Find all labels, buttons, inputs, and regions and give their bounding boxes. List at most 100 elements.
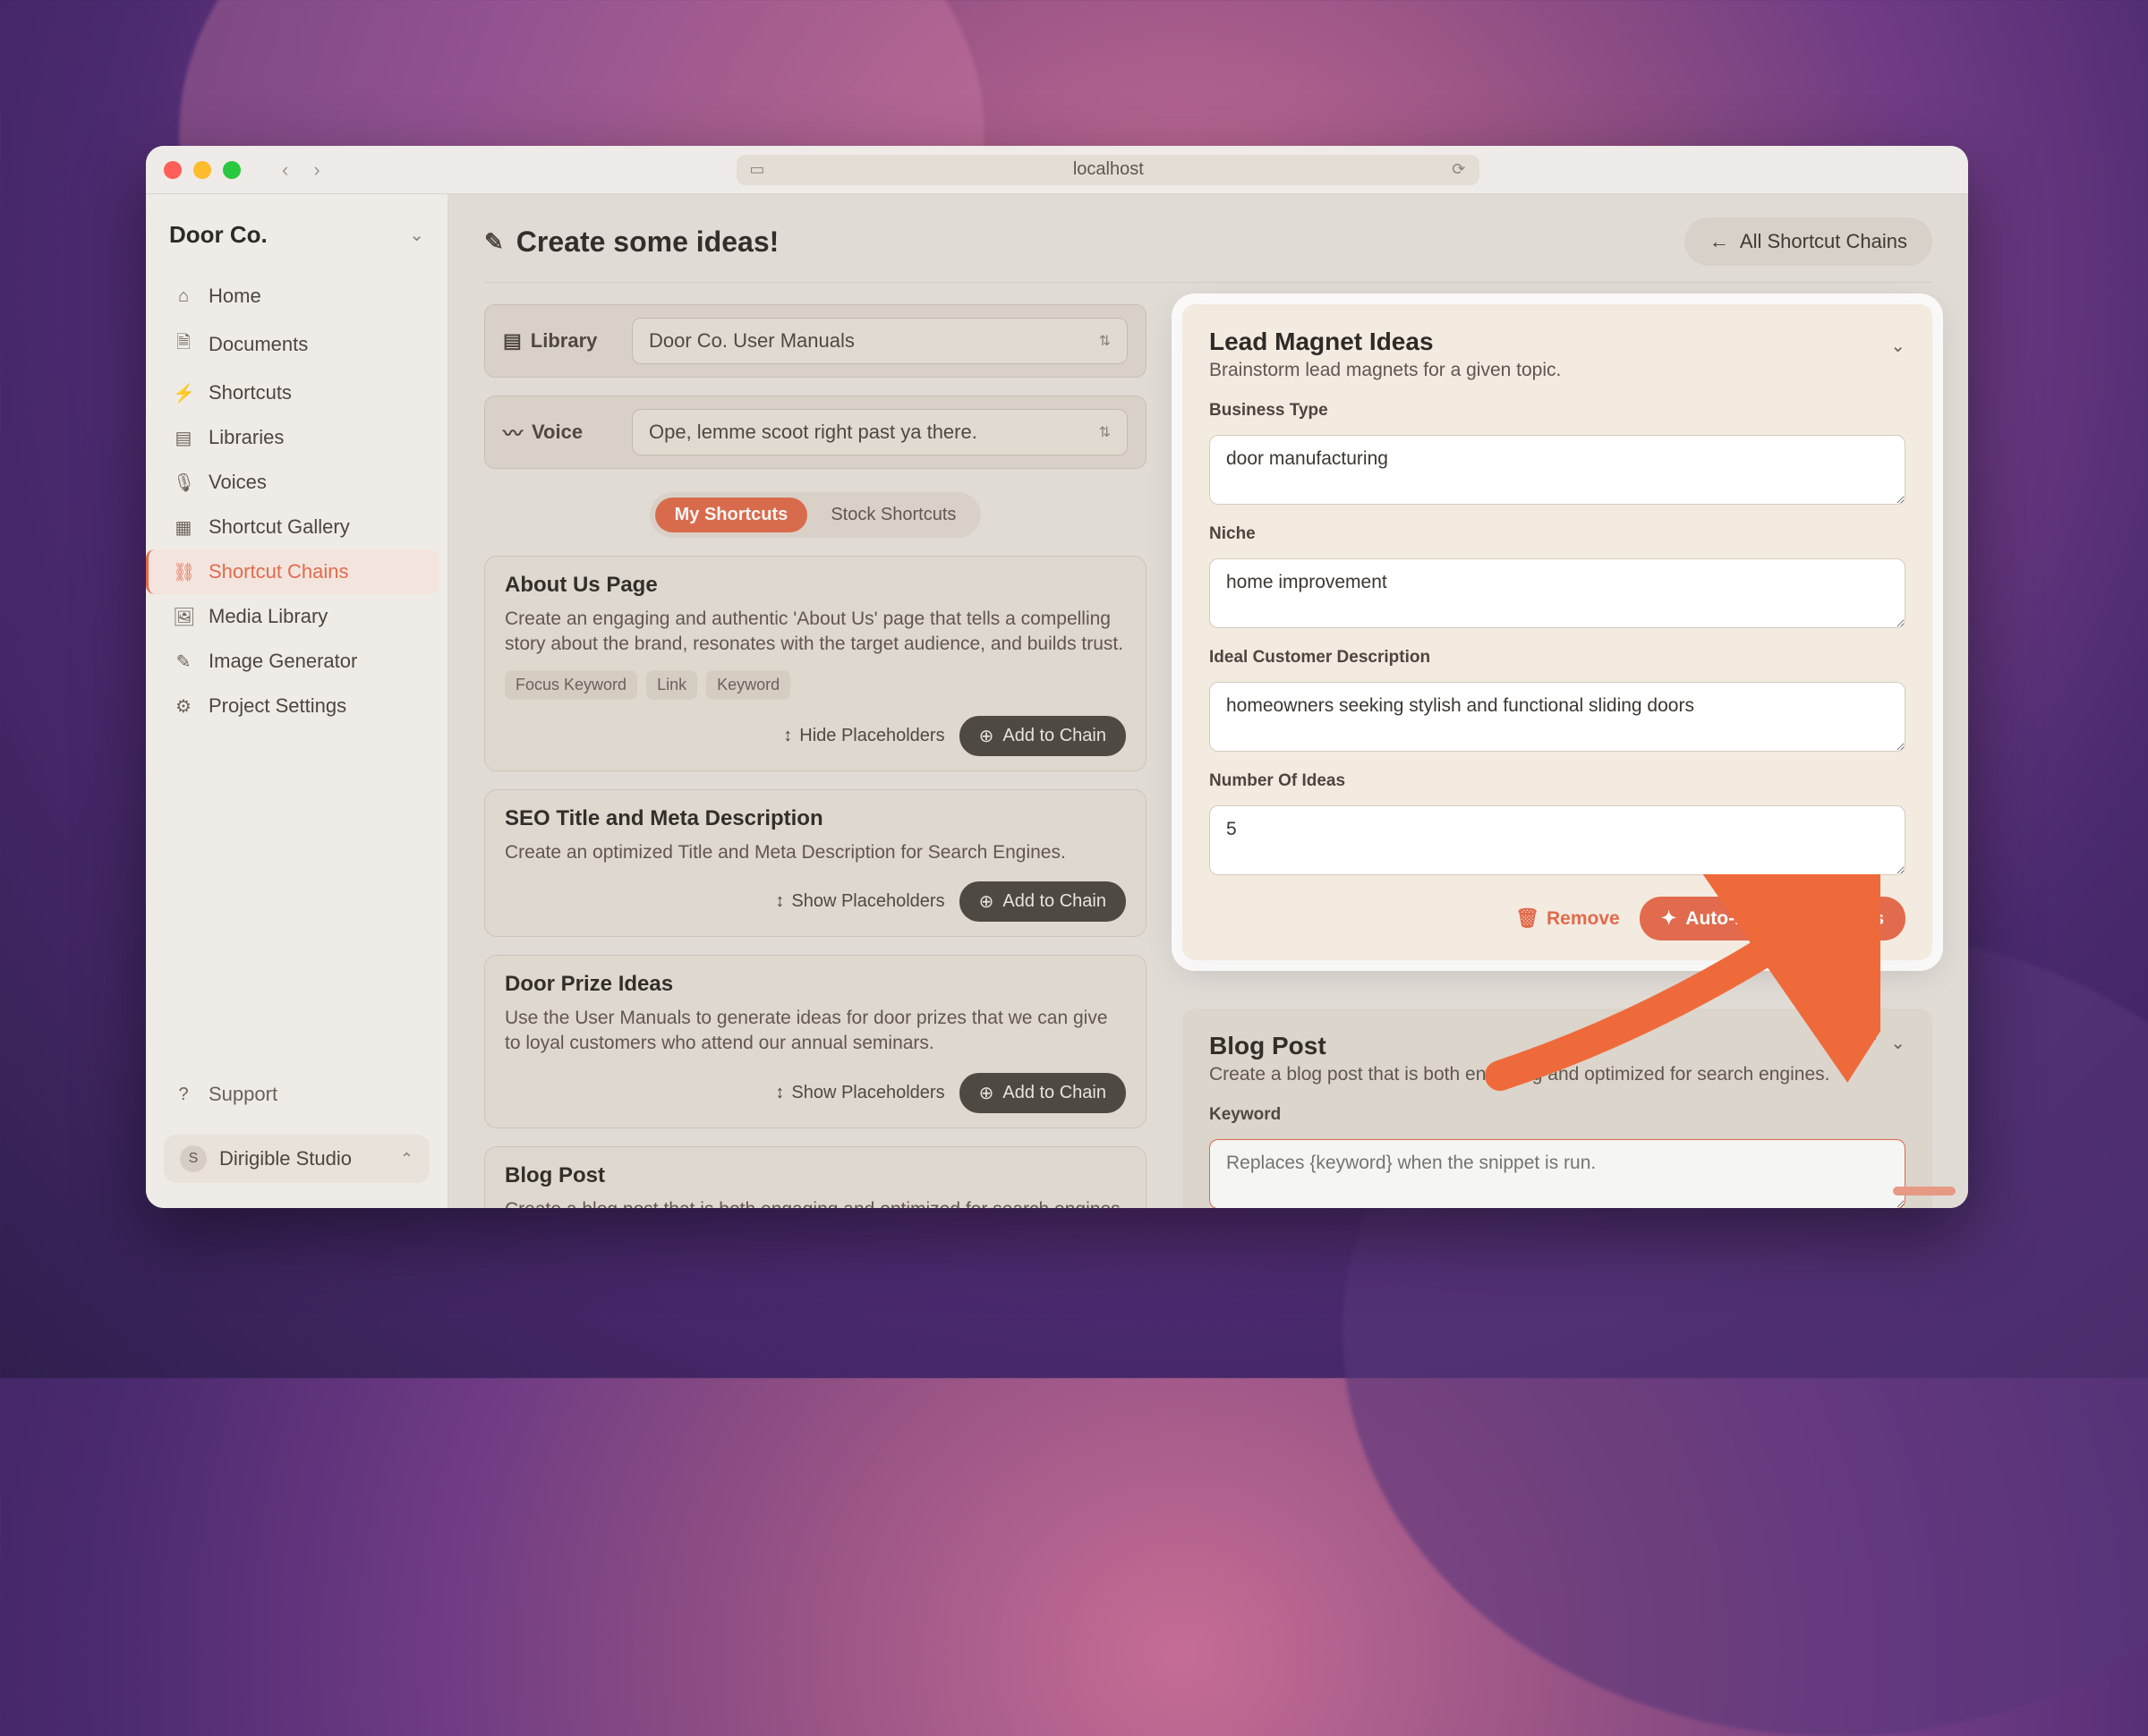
window-controls (164, 161, 241, 179)
link-icon: ⊕ (979, 890, 994, 913)
trash-icon: 🗑 (1515, 908, 1539, 930)
panel-title: Lead Magnet Ideas (1209, 328, 1561, 356)
sidebar-item-label: Shortcut Chains (209, 560, 349, 583)
home-icon: ⌂ (173, 286, 194, 307)
field-label: Business Type (1209, 401, 1905, 421)
toggle-placeholders-button[interactable]: ↕ Show Placeholders (775, 1083, 944, 1103)
shortcut-card-door-prize: Door Prize Ideas Use the User Manuals to… (484, 955, 1146, 1128)
sidebar-item-home[interactable]: ⌂ Home (155, 274, 439, 319)
library-select[interactable]: Door Co. User Manuals ⇅ (632, 318, 1128, 364)
site-info-icon[interactable]: ▭ (749, 160, 764, 179)
shortcut-source-tabs: My Shortcuts Stock Shortcuts (650, 492, 982, 538)
move-up-button[interactable]: ⌃ (1864, 1032, 1880, 1054)
library-selector-row: ▤ Library Door Co. User Manuals ⇅ (484, 304, 1146, 378)
tab-stock-shortcuts[interactable]: Stock Shortcuts (811, 498, 976, 532)
chain-step-blog-post: Blog Post Create a blog post that is bot… (1182, 1008, 1932, 1208)
updown-icon: ⇅ (1099, 332, 1111, 350)
panel-title: Blog Post (1209, 1032, 1829, 1060)
help-icon: ? (173, 1085, 194, 1105)
sidebar-item-media-library[interactable]: 🖼 Media Library (155, 594, 439, 639)
sidebar-item-label: Libraries (209, 426, 284, 449)
sidebar-item-label: Voices (209, 471, 267, 494)
expand-icon: ↕ (775, 891, 784, 912)
tags-row: Focus Keyword Link Keyword (505, 670, 1126, 700)
niche-field[interactable] (1209, 558, 1905, 628)
sidebar-item-documents[interactable]: 🗎 Documents (155, 319, 439, 370)
tag: Keyword (706, 670, 790, 700)
updown-icon: ⇅ (1099, 423, 1111, 441)
sidebar-item-image-generator[interactable]: ✎ Image Generator (155, 639, 439, 684)
toggle-placeholders-button[interactable]: ↕ Show Placeholders (775, 891, 944, 912)
ideal-customer-field[interactable] (1209, 682, 1905, 752)
shortcut-desc: Create a blog post that is both engaging… (505, 1197, 1126, 1208)
reload-icon[interactable]: ⟳ (1452, 160, 1465, 179)
all-chains-button[interactable]: ← All Shortcut Chains (1684, 217, 1932, 266)
business-type-field[interactable] (1209, 435, 1905, 505)
voice-label: 〰 Voice (503, 418, 610, 447)
tab-my-shortcuts[interactable]: My Shortcuts (655, 498, 808, 532)
collapse-panel-button[interactable]: ⌄ (1890, 1032, 1905, 1054)
voice-select[interactable]: Ope, lemme scoot right past ya there. ⇅ (632, 409, 1128, 455)
sidebar-item-voices[interactable]: 🎙 Voices (155, 460, 439, 505)
collapse-panel-button[interactable]: ⌄ (1890, 335, 1905, 357)
support-link[interactable]: ? Support (155, 1070, 439, 1119)
studio-switcher[interactable]: S Dirigible Studio ⌃ (164, 1135, 430, 1183)
minimize-window-button[interactable] (193, 161, 211, 179)
sidebar-item-label: Home (209, 285, 261, 308)
tag: Focus Keyword (505, 670, 637, 700)
shortcut-desc: Create an engaging and authentic 'About … (505, 607, 1126, 658)
bolt-icon: ⚡ (173, 382, 194, 404)
resize-handle[interactable] (1893, 1187, 1956, 1196)
edit-icon[interactable]: ✎ (484, 228, 504, 256)
chevron-down-icon: ⌄ (409, 224, 424, 246)
number-of-ideas-field[interactable] (1209, 805, 1905, 875)
sidebar-item-label: Image Generator (209, 650, 357, 673)
shortcut-title: Door Prize Ideas (505, 972, 1126, 997)
panel-desc: Create a blog post that is both engaging… (1209, 1064, 1829, 1085)
sidebar-item-label: Documents (209, 333, 308, 356)
chain-step-lead-magnet: Lead Magnet Ideas Brainstorm lead magnet… (1182, 304, 1932, 960)
shortcut-card-blog-post: Blog Post Create a blog post that is bot… (484, 1146, 1146, 1208)
studio-name: Dirigible Studio (219, 1147, 352, 1170)
link-icon: ⊕ (979, 725, 994, 747)
forward-button[interactable]: › (313, 158, 320, 182)
page-header: ✎ Create some ideas! ← All Shortcut Chai… (484, 217, 1932, 266)
sparkle-icon: ✦ (1661, 907, 1677, 930)
add-to-chain-button[interactable]: ⊕ Add to Chain (959, 881, 1126, 922)
address-bar[interactable]: ▭ localhost ⟳ (737, 155, 1479, 185)
close-window-button[interactable] (164, 161, 182, 179)
sidebar-item-shortcut-gallery[interactable]: ▦ Shortcut Gallery (155, 505, 439, 549)
workspace-switcher[interactable]: Door Co. ⌄ (146, 210, 448, 267)
back-button[interactable]: ‹ (282, 158, 288, 182)
sidebar-item-label: Media Library (209, 605, 328, 628)
titlebar: ‹ › ▭ localhost ⟳ (146, 146, 1968, 194)
sidebar-item-shortcuts[interactable]: ⚡ Shortcuts (155, 370, 439, 415)
toggle-placeholders-button[interactable]: ↕ Hide Placeholders (783, 726, 944, 746)
sidebar-item-label: Shortcuts (209, 381, 292, 404)
main-area: ✎ Create some ideas! ← All Shortcut Chai… (448, 194, 1968, 1208)
keyword-field[interactable] (1209, 1139, 1905, 1208)
shortcut-title: SEO Title and Meta Description (505, 806, 1126, 831)
remove-step-button[interactable]: 🗑 Remove (1515, 908, 1619, 930)
sidebar-item-project-settings[interactable]: ⚙ Project Settings (155, 684, 439, 728)
address-text: localhost (1073, 159, 1144, 180)
nav-arrows: ‹ › (282, 158, 320, 182)
browser-window: ‹ › ▭ localhost ⟳ Door Co. ⌄ ⌂ Home 🗎 (146, 146, 1968, 1208)
chevron-up-icon: ⌃ (400, 1150, 413, 1169)
support-label: Support (209, 1083, 277, 1106)
field-label: Keyword (1209, 1105, 1905, 1125)
shortcut-title: About Us Page (505, 573, 1126, 598)
autofill-placeholders-button[interactable]: ✦ Auto-Fill Placeholders (1640, 897, 1905, 940)
workspace-name: Door Co. (169, 221, 268, 249)
maximize-window-button[interactable] (223, 161, 241, 179)
shortcut-title: Blog Post (505, 1163, 1126, 1188)
add-to-chain-button[interactable]: ⊕ Add to Chain (959, 716, 1126, 756)
sidebar-nav: ⌂ Home 🗎 Documents ⚡ Shortcuts ▤ Librari… (146, 267, 448, 736)
chain-steps-column: Lead Magnet Ideas Brainstorm lead magnet… (1182, 304, 1932, 1208)
sidebar-item-label: Shortcut Gallery (209, 515, 350, 539)
sidebar: Door Co. ⌄ ⌂ Home 🗎 Documents ⚡ Shortcut… (146, 194, 448, 1208)
voice-selector-row: 〰 Voice Ope, lemme scoot right past ya t… (484, 396, 1146, 469)
sidebar-item-shortcut-chains[interactable]: ⛓ Shortcut Chains (146, 549, 439, 594)
add-to-chain-button[interactable]: ⊕ Add to Chain (959, 1073, 1126, 1113)
sidebar-item-libraries[interactable]: ▤ Libraries (155, 415, 439, 460)
